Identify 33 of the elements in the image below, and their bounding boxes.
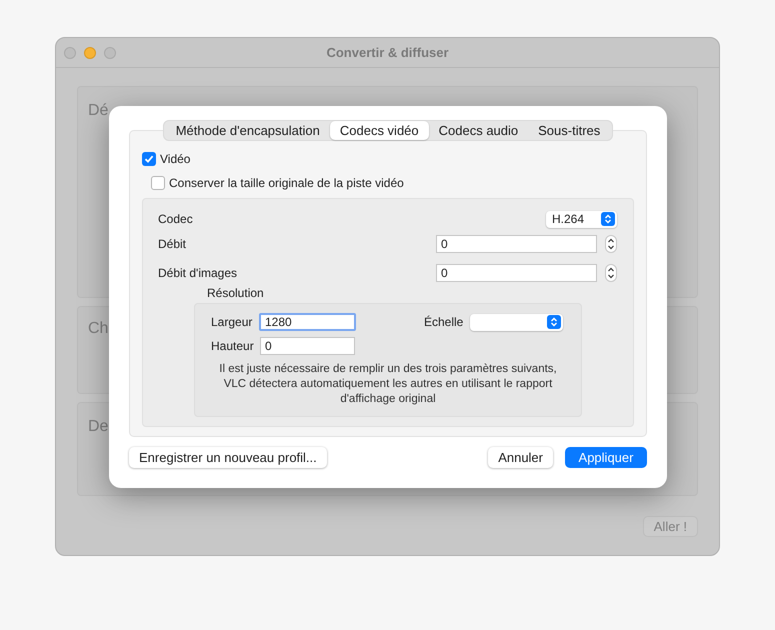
- panel-heading: Ch: [88, 320, 108, 337]
- tab[interactable]: Sous-titres: [528, 121, 610, 140]
- tab[interactable]: Méthode d'encapsulation: [166, 121, 330, 140]
- field-label: Débit: [158, 236, 186, 253]
- help-text: Il est juste nécessaire de remplir un des trois paramètres suivants, VLC détectera automatiquement les autres en utilisant le rapport d'affichage original: [218, 362, 558, 407]
- section-label: Résolution: [207, 285, 264, 302]
- stepper[interactable]: [605, 264, 617, 282]
- tab[interactable]: Codecs vidéo: [330, 121, 429, 140]
- scale-select[interactable]: [470, 314, 563, 330]
- window-title: Convertir & diffuser: [326, 44, 449, 62]
- codec-select[interactable]: H.264: [546, 210, 617, 228]
- field-label: Codec: [158, 211, 193, 228]
- field-label: Débit d'images: [158, 265, 237, 282]
- panel-heading: Dé: [88, 102, 108, 119]
- field-label: Hauteur: [211, 338, 255, 355]
- stepper[interactable]: [605, 235, 617, 253]
- field-label: Échelle: [424, 314, 464, 331]
- text-field[interactable]: 1280: [259, 313, 356, 331]
- dialog-button[interactable]: Enregistrer un nouveau profil...: [129, 447, 327, 468]
- apply-button[interactable]: Appliquer: [565, 447, 647, 468]
- checkbox-label: Vidéo: [160, 151, 190, 168]
- panel-heading: De: [88, 418, 108, 435]
- select-arrows-icon: [547, 315, 561, 329]
- checkbox-label: Conserver la taille originale de la piste vidéo: [169, 175, 404, 192]
- text-field[interactable]: 0: [436, 264, 597, 282]
- field-label: Largeur: [211, 314, 254, 331]
- select-arrows-icon: [601, 212, 615, 226]
- checkbox[interactable]: [142, 152, 156, 166]
- text-field[interactable]: 0: [260, 337, 355, 355]
- text-field[interactable]: 0: [436, 235, 597, 253]
- checkbox[interactable]: [151, 176, 165, 190]
- tab[interactable]: Codecs audio: [428, 121, 528, 140]
- dialog-button[interactable]: Annuler: [488, 447, 553, 468]
